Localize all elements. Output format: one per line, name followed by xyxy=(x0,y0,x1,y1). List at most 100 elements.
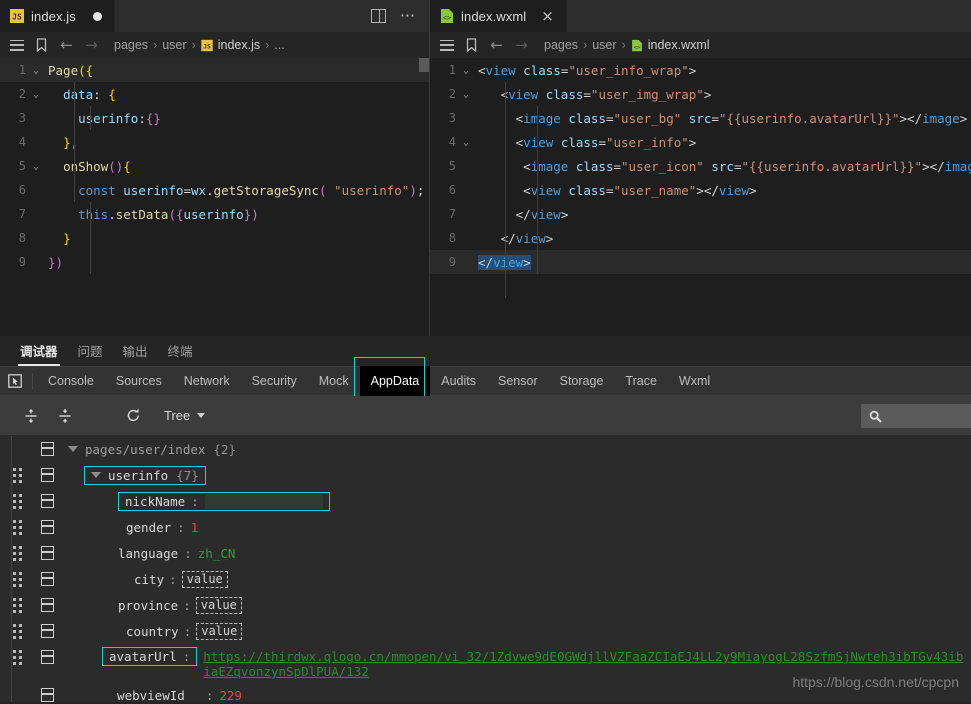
tree-row-language[interactable]: language : zh_CN xyxy=(0,540,971,566)
tree-value-placeholder[interactable]: value xyxy=(195,596,242,614)
tree-key: gender xyxy=(126,519,172,535)
node-box-icon[interactable] xyxy=(34,572,60,586)
node-box-icon[interactable] xyxy=(34,468,60,482)
code-line: 4 }, xyxy=(0,130,429,154)
outline-icon[interactable] xyxy=(434,32,459,58)
fold-toggle-icon[interactable]: ⌄ xyxy=(26,161,46,172)
code-editor-wxml[interactable]: 1 ⌄ <view class="user_info_wrap"> 2 ⌄ <v… xyxy=(430,58,971,336)
fold-toggle-icon[interactable]: ⌄ xyxy=(456,89,476,100)
fold-toggle-icon[interactable]: ⌄ xyxy=(26,65,46,76)
expand-toggle-icon[interactable] xyxy=(68,446,78,452)
refresh-icon[interactable] xyxy=(116,401,150,431)
node-box-icon[interactable] xyxy=(34,598,60,612)
close-icon[interactable]: × xyxy=(541,8,554,24)
code-editor-js[interactable]: 1 ⌄ Page({ 2 ⌄ data: { 3 userinfo:{} 4}… xyxy=(0,58,429,336)
breadcrumb-item-pages[interactable]: pages xyxy=(544,38,578,52)
devtools-tab-console[interactable]: Console xyxy=(37,366,105,396)
editor-scrollbar-left[interactable] xyxy=(419,58,429,72)
node-box-icon[interactable] xyxy=(34,494,60,508)
code-line: 9 }) xyxy=(0,250,429,274)
devtools-tab-security[interactable]: Security xyxy=(241,366,308,396)
inspect-element-icon[interactable] xyxy=(0,374,30,388)
view-mode-dropdown[interactable]: Tree xyxy=(164,408,206,423)
tree-row-userinfo[interactable]: userinfo {7} xyxy=(0,462,971,488)
breadcrumb-item-more[interactable]: ... xyxy=(274,38,284,52)
bookmark-icon[interactable] xyxy=(459,32,484,58)
devtools-tab-storage[interactable]: Storage xyxy=(549,366,615,396)
panel-tab-terminal[interactable]: 终端 xyxy=(158,341,203,366)
devtools-tab-wxml[interactable]: Wxml xyxy=(668,366,721,396)
collapse-all-icon[interactable] xyxy=(48,401,82,431)
tree-colon: : xyxy=(177,519,185,535)
drag-handle[interactable] xyxy=(0,623,34,639)
devtools-tab-sensor[interactable]: Sensor xyxy=(487,366,549,396)
drag-handle[interactable] xyxy=(0,467,34,483)
devtools-tab-network[interactable]: Network xyxy=(173,366,241,396)
breadcrumb-item-user[interactable]: user xyxy=(162,38,186,52)
more-actions-icon[interactable]: ⋯ xyxy=(400,8,417,23)
breadcrumb-item-file[interactable]: index.js xyxy=(218,38,260,52)
code-line: 7 </view> xyxy=(430,202,971,226)
fold-toggle-icon[interactable]: ⌄ xyxy=(456,65,476,76)
nav-forward-icon[interactable]: → xyxy=(509,32,534,58)
expand-all-icon[interactable] xyxy=(14,401,48,431)
drag-handle[interactable] xyxy=(0,571,34,587)
code-line: 3 userinfo:{} xyxy=(0,106,429,130)
code-line: 6 <view class="user_name"></view> xyxy=(430,178,971,202)
line-number: 6 xyxy=(18,183,26,197)
code-line: 3 <image class="user_bg" src="{{userinfo… xyxy=(430,106,971,130)
tree-value[interactable]: zh_CN xyxy=(198,546,236,561)
tree-row-gender[interactable]: gender : 1 xyxy=(0,514,971,540)
node-box-icon[interactable] xyxy=(34,546,60,560)
line-number: 8 xyxy=(18,231,26,245)
tree-value-placeholder[interactable]: value xyxy=(181,570,228,588)
breadcrumb-separator: › xyxy=(265,38,270,52)
tree-row-country[interactable]: country : value xyxy=(0,618,971,644)
node-box-icon[interactable] xyxy=(34,520,60,534)
tree-row-root[interactable]: pages/user/index {2} xyxy=(0,436,971,462)
tree-row-province[interactable]: province : value xyxy=(0,592,971,618)
drag-handle[interactable] xyxy=(0,545,34,561)
panel-tab-debugger[interactable]: 调试器 xyxy=(10,341,68,366)
tabstrip-empty-left xyxy=(114,0,359,32)
drag-handle[interactable] xyxy=(0,597,34,613)
devtools-tab-trace[interactable]: Trace xyxy=(614,366,668,396)
drag-handle[interactable] xyxy=(0,493,34,509)
search-input[interactable] xyxy=(888,409,958,423)
node-box-icon[interactable] xyxy=(34,624,60,638)
breadcrumb-item-file[interactable]: index.wxml xyxy=(648,38,710,52)
nav-back-icon[interactable]: ← xyxy=(484,32,509,58)
panel-tab-problems[interactable]: 问题 xyxy=(68,341,113,366)
nav-forward-icon[interactable]: → xyxy=(79,32,104,58)
devtools-tab-audits[interactable]: Audits xyxy=(430,366,487,396)
breadcrumb-item-user[interactable]: user xyxy=(592,38,616,52)
node-box-icon[interactable] xyxy=(34,688,60,702)
search-box[interactable] xyxy=(861,404,971,428)
tree-colon: : xyxy=(191,493,199,509)
tree-row-city[interactable]: city : value xyxy=(0,566,971,592)
fold-toggle-icon[interactable]: ⌄ xyxy=(26,89,46,100)
nav-back-icon[interactable]: ← xyxy=(54,32,79,58)
breadcrumb-item-pages[interactable]: pages xyxy=(114,38,148,52)
tab-index-js[interactable]: JS index.js xyxy=(0,0,115,32)
devtools-tab-mock[interactable]: Mock xyxy=(308,366,360,396)
expand-toggle-icon[interactable] xyxy=(91,472,101,478)
fold-toggle-icon[interactable]: ⌄ xyxy=(456,137,476,148)
node-box-icon[interactable] xyxy=(34,644,60,670)
tree-value-placeholder[interactable]: value xyxy=(196,622,243,640)
node-box-icon[interactable] xyxy=(34,442,60,456)
panel-tab-output[interactable]: 输出 xyxy=(113,341,158,366)
outline-icon[interactable] xyxy=(4,32,29,58)
tab-index-wxml[interactable]: <> index.wxml × xyxy=(430,0,567,32)
split-editor-icon[interactable] xyxy=(371,9,386,23)
tree-value[interactable]: 1 xyxy=(191,520,199,535)
devtools-tab-appdata[interactable]: AppData xyxy=(359,366,431,396)
appdata-tree[interactable]: pages/user/index {2} userinfo {7} nickNa… xyxy=(0,436,971,702)
drag-handle[interactable] xyxy=(0,519,34,535)
devtools-tab-sources[interactable]: Sources xyxy=(105,366,173,396)
tree-value[interactable]: 229 xyxy=(219,688,242,703)
tree-colon: : xyxy=(182,649,191,664)
bookmark-icon[interactable] xyxy=(29,32,54,58)
drag-handle[interactable] xyxy=(0,644,34,670)
tree-row-nickname[interactable]: nickName : xyxy=(0,488,971,514)
